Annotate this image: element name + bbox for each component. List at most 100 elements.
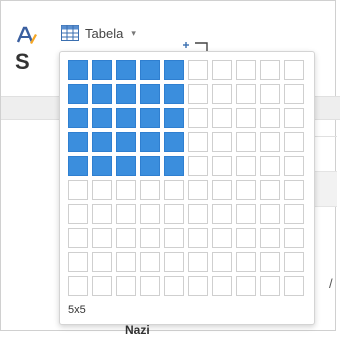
grid-cell[interactable] [260,180,280,200]
grid-cell[interactable] [188,132,208,152]
grid-cell[interactable] [116,156,136,176]
grid-cell[interactable] [188,156,208,176]
grid-cell[interactable] [164,132,184,152]
grid-cell[interactable] [116,228,136,248]
grid-cell[interactable] [164,84,184,104]
grid-cell[interactable] [236,276,256,296]
grid-cell[interactable] [260,84,280,104]
grid-cell[interactable] [140,108,160,128]
grid-cell[interactable] [284,60,304,80]
grid-cell[interactable] [188,108,208,128]
grid-cell[interactable] [92,84,112,104]
grid-cell[interactable] [116,84,136,104]
grid-cell[interactable] [92,204,112,224]
grid-cell[interactable] [260,108,280,128]
grid-cell[interactable] [212,180,232,200]
grid-cell[interactable] [236,60,256,80]
grid-cell[interactable] [236,252,256,272]
grid-cell[interactable] [284,84,304,104]
grid-cell[interactable] [212,60,232,80]
grid-cell[interactable] [284,156,304,176]
grid-cell[interactable] [188,60,208,80]
grid-cell[interactable] [260,156,280,176]
grid-cell[interactable] [188,204,208,224]
grid-cell[interactable] [212,204,232,224]
grid-cell[interactable] [116,60,136,80]
grid-cell[interactable] [164,60,184,80]
grid-cell[interactable] [212,252,232,272]
grid-cell[interactable] [140,84,160,104]
grid-cell[interactable] [92,60,112,80]
grid-cell[interactable] [68,108,88,128]
grid-cell[interactable] [116,252,136,272]
grid-cell[interactable] [140,60,160,80]
grid-cell[interactable] [140,156,160,176]
grid-cell[interactable] [140,132,160,152]
grid-cell[interactable] [92,276,112,296]
grid-cell[interactable] [92,252,112,272]
grid-cell[interactable] [236,108,256,128]
text-color-icon[interactable] [15,25,37,47]
grid-cell[interactable] [236,132,256,152]
grid-cell[interactable] [236,156,256,176]
grid-cell[interactable] [212,132,232,152]
grid-cell[interactable] [116,276,136,296]
grid-cell[interactable] [284,228,304,248]
grid-cell[interactable] [284,108,304,128]
table-button[interactable]: Tabela ▾ [61,23,136,43]
grid-cell[interactable] [284,132,304,152]
grid-cell[interactable] [164,252,184,272]
grid-cell[interactable] [140,252,160,272]
grid-cell[interactable] [68,132,88,152]
grid-cell[interactable] [164,228,184,248]
grid-cell[interactable] [116,204,136,224]
grid-cell[interactable] [236,84,256,104]
grid-cell[interactable] [116,180,136,200]
grid-cell[interactable] [284,204,304,224]
grid-cell[interactable] [260,228,280,248]
grid-cell[interactable] [92,228,112,248]
grid-cell[interactable] [260,276,280,296]
grid-cell[interactable] [260,204,280,224]
grid-cell[interactable] [164,204,184,224]
grid-cell[interactable] [116,132,136,152]
grid-cell[interactable] [188,276,208,296]
grid-cell[interactable] [284,276,304,296]
grid-cell[interactable] [284,180,304,200]
grid-cell[interactable] [140,180,160,200]
grid-cell[interactable] [164,108,184,128]
grid-cell[interactable] [236,204,256,224]
grid-cell[interactable] [212,108,232,128]
grid-cell[interactable] [236,228,256,248]
grid-cell[interactable] [212,84,232,104]
grid-cell[interactable] [68,204,88,224]
grid-cell[interactable] [188,252,208,272]
grid-cell[interactable] [140,276,160,296]
grid-cell[interactable] [68,60,88,80]
grid-cell[interactable] [92,156,112,176]
grid-cell[interactable] [236,180,256,200]
grid-cell[interactable] [188,84,208,104]
grid-cell[interactable] [164,276,184,296]
grid-cell[interactable] [68,180,88,200]
grid-cell[interactable] [188,228,208,248]
grid-cell[interactable] [68,252,88,272]
grid-cell[interactable] [212,276,232,296]
grid-cell[interactable] [68,84,88,104]
grid-cell[interactable] [68,276,88,296]
grid-cell[interactable] [140,228,160,248]
grid-cell[interactable] [284,252,304,272]
grid-cell[interactable] [68,156,88,176]
grid-cell[interactable] [260,60,280,80]
grid-cell[interactable] [164,156,184,176]
grid-cell[interactable] [68,228,88,248]
grid-cell[interactable] [116,108,136,128]
grid-cell[interactable] [92,132,112,152]
grid-cell[interactable] [140,204,160,224]
grid-cell[interactable] [260,132,280,152]
grid-cell[interactable] [92,108,112,128]
grid-cell[interactable] [212,228,232,248]
grid-cell[interactable] [92,180,112,200]
grid-cell[interactable] [164,180,184,200]
grid-cell[interactable] [260,252,280,272]
